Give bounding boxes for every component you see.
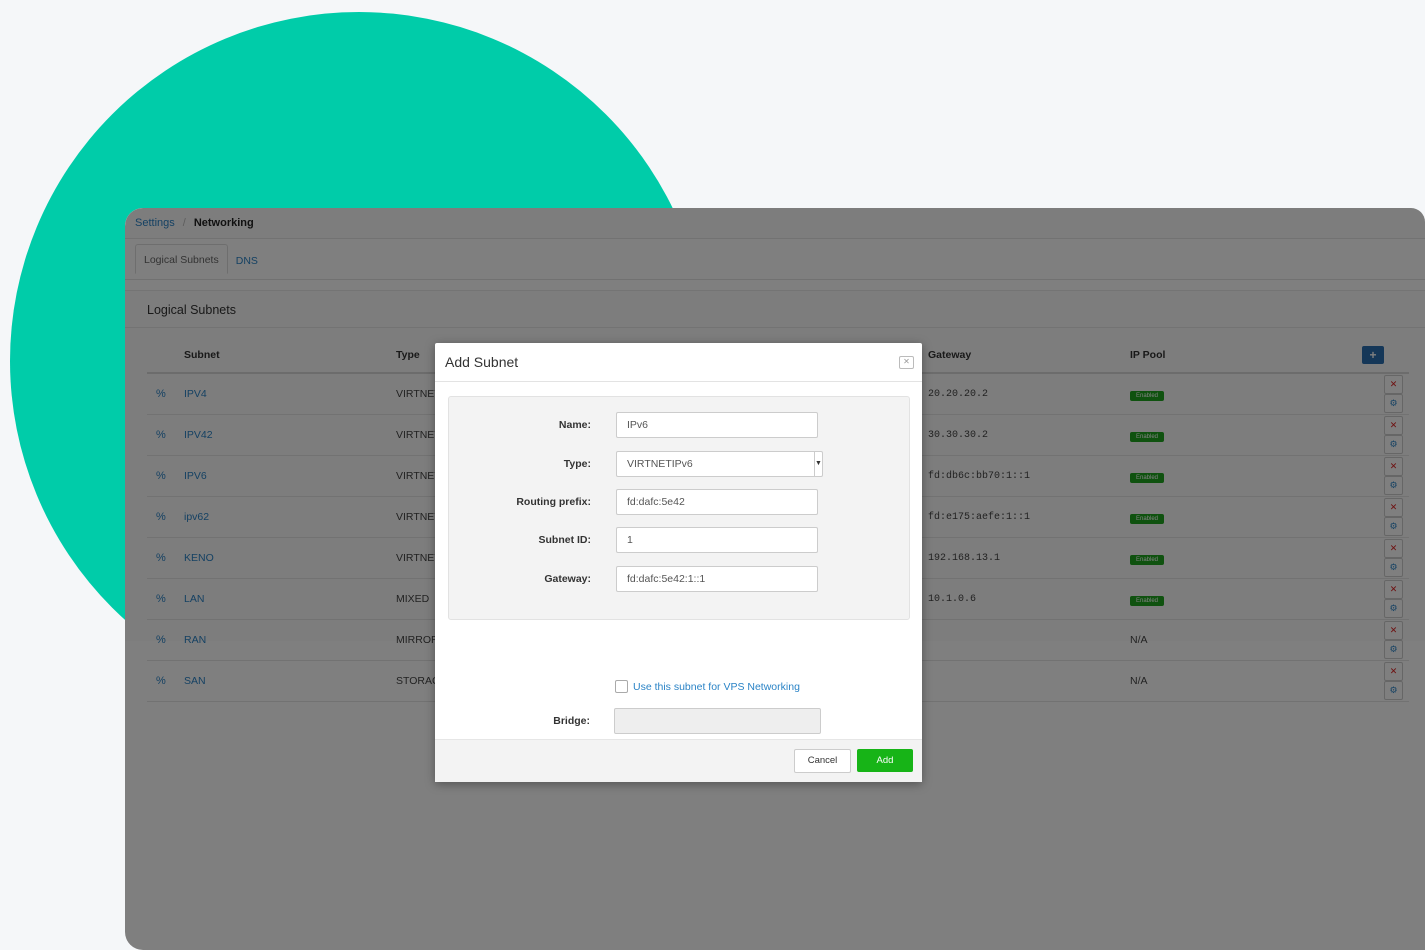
modal-body: Name: IPv6 Type: VIRTNETIPv6 ▼ Routing p… bbox=[435, 382, 922, 742]
subnet-id-input[interactable]: 1 bbox=[616, 527, 818, 553]
add-button[interactable]: Add bbox=[857, 749, 913, 772]
type-label: Type: bbox=[563, 458, 591, 470]
vps-networking-option[interactable]: Use this subnet for VPS Networking bbox=[615, 680, 800, 693]
name-label: Name: bbox=[558, 419, 591, 431]
add-subnet-modal: Add Subnet ✕ Name: IPv6 Type: VIRTNETIPv… bbox=[435, 343, 922, 782]
chevron-down-icon: ▼ bbox=[814, 452, 822, 476]
vps-networking-label[interactable]: Use this subnet for VPS Networking bbox=[633, 681, 800, 693]
gateway-label: Gateway: bbox=[544, 573, 591, 585]
routing-prefix-label: Routing prefix: bbox=[516, 496, 591, 508]
cancel-button[interactable]: Cancel bbox=[794, 749, 851, 773]
gateway-input[interactable]: fd:dafc:5e42:1::1 bbox=[616, 566, 818, 592]
form-row-subnet-id: Subnet ID: 1 bbox=[449, 527, 909, 553]
routing-prefix-input[interactable]: fd:dafc:5e42 bbox=[616, 489, 818, 515]
form-row-name: Name: IPv6 bbox=[449, 412, 909, 438]
subnet-form-well: Name: IPv6 Type: VIRTNETIPv6 ▼ Routing p… bbox=[448, 396, 910, 620]
form-row-gateway: Gateway: fd:dafc:5e42:1::1 bbox=[449, 566, 909, 592]
vps-networking-checkbox[interactable] bbox=[615, 680, 628, 693]
type-select[interactable]: VIRTNETIPv6 ▼ bbox=[616, 451, 823, 477]
modal-header: Add Subnet ✕ bbox=[435, 343, 922, 382]
modal-footer: Cancel Add bbox=[435, 739, 922, 782]
name-input[interactable]: IPv6 bbox=[616, 412, 818, 438]
close-icon[interactable]: ✕ bbox=[899, 355, 914, 369]
form-row-routing-prefix: Routing prefix: fd:dafc:5e42 bbox=[449, 489, 909, 515]
subnet-id-label: Subnet ID: bbox=[538, 534, 592, 546]
bridge-label: Bridge: bbox=[553, 715, 590, 727]
bridge-input[interactable] bbox=[614, 708, 821, 734]
type-select-value: VIRTNETIPv6 bbox=[627, 458, 693, 470]
modal-title: Add Subnet bbox=[445, 354, 519, 370]
form-row-type: Type: VIRTNETIPv6 ▼ bbox=[449, 451, 909, 477]
